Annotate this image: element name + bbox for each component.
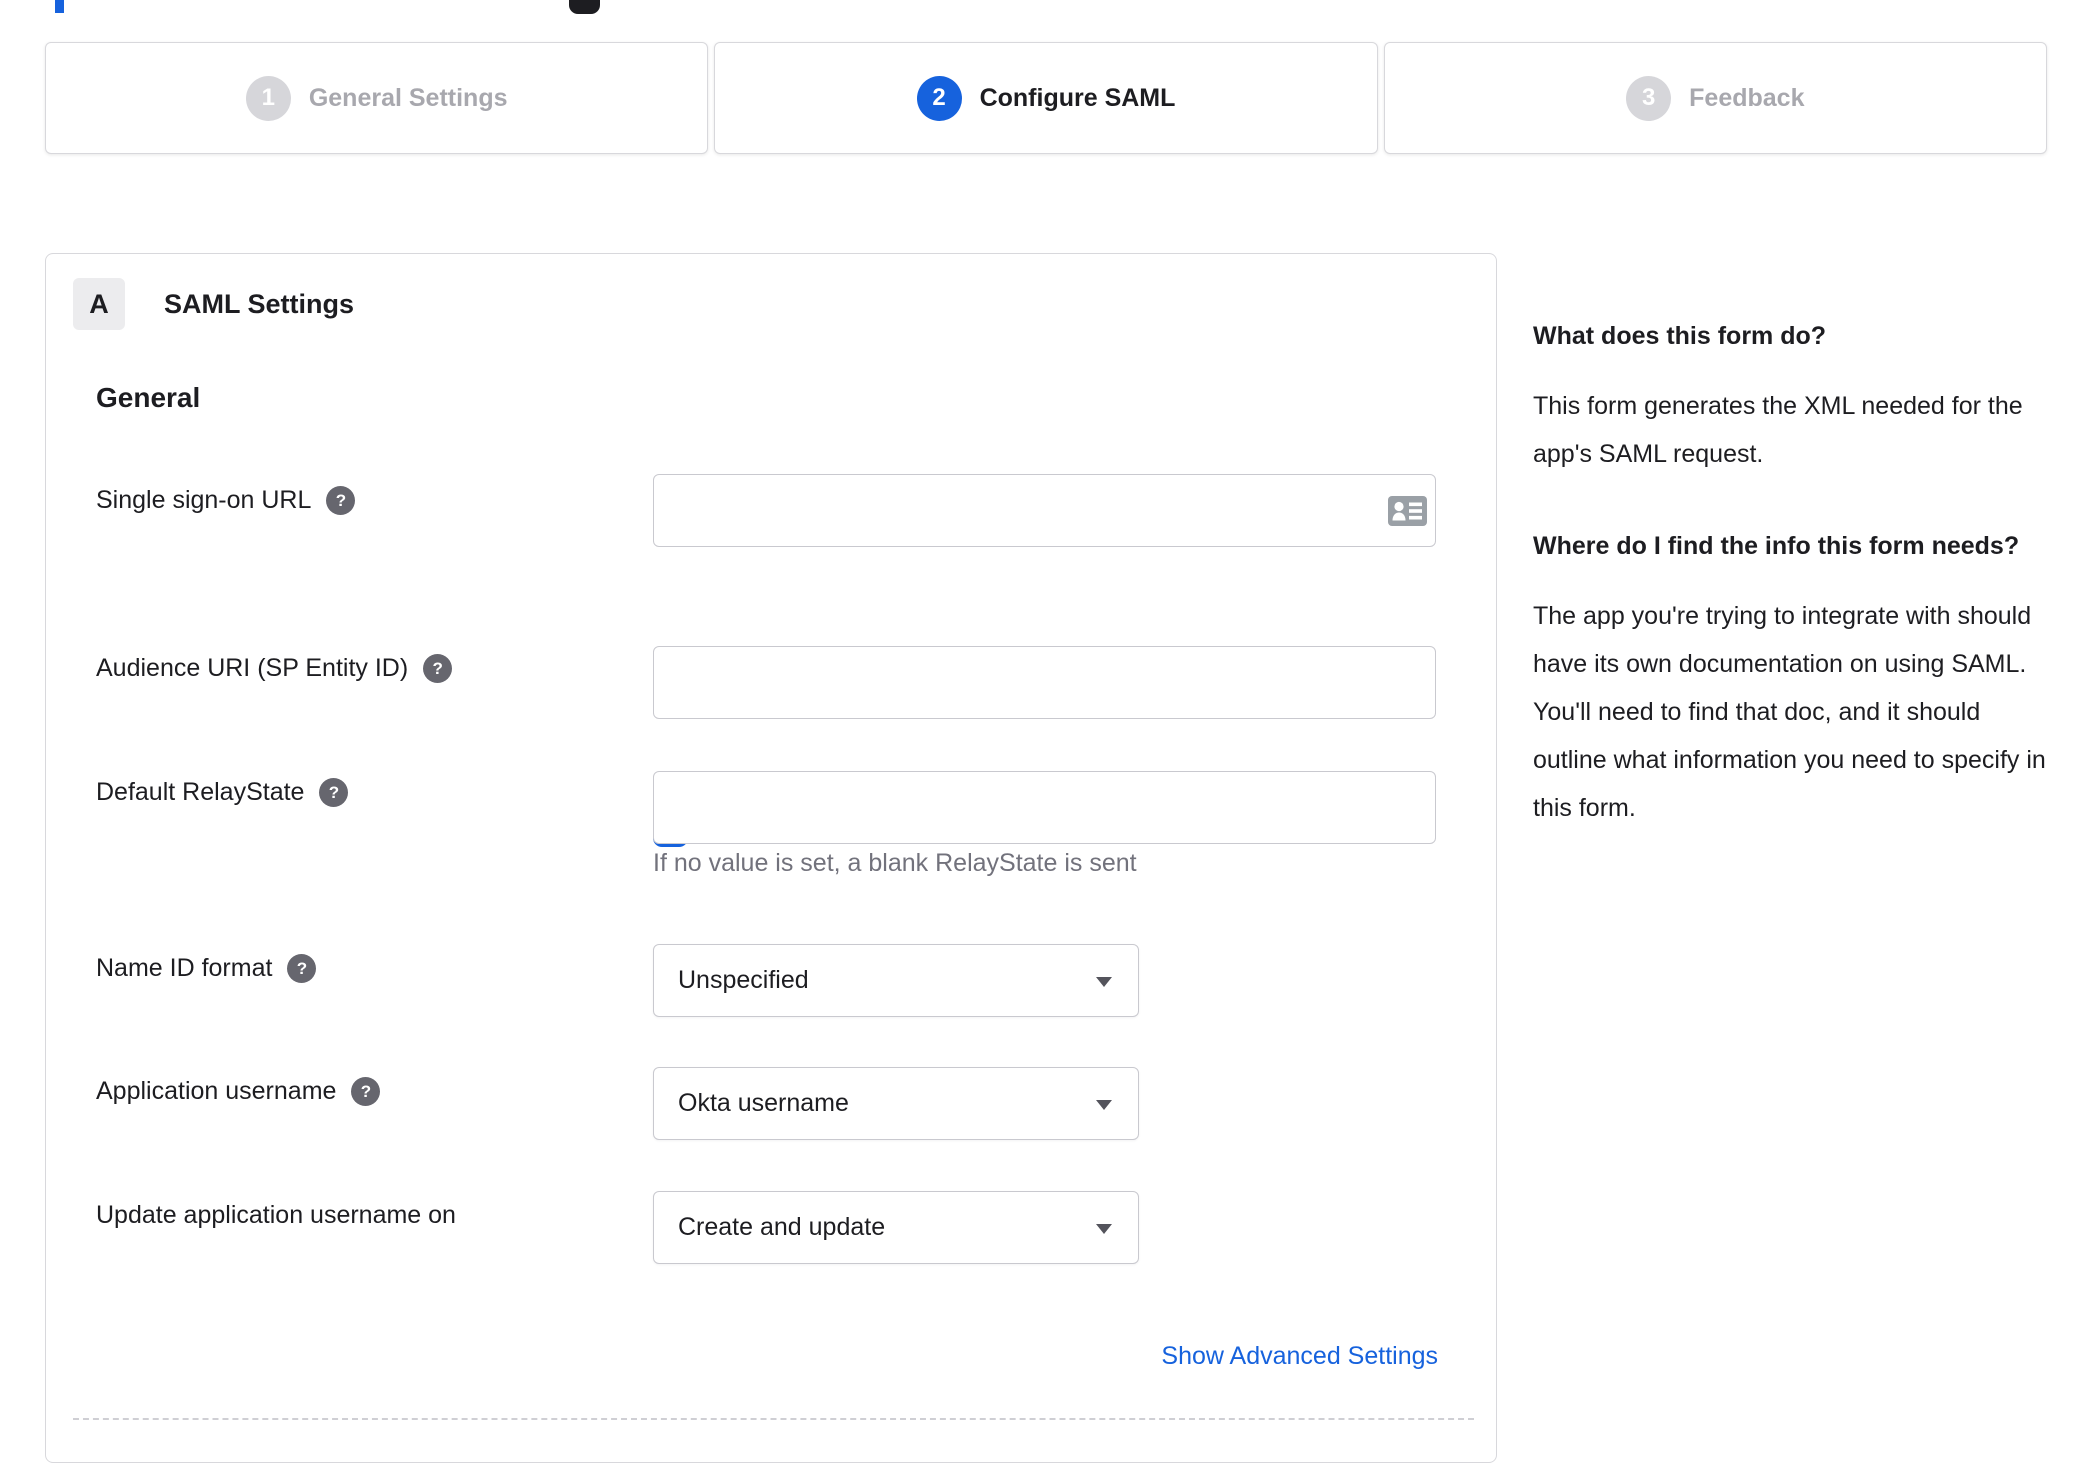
show-advanced-settings-link[interactable]: Show Advanced Settings	[1161, 1342, 1438, 1371]
chevron-down-icon	[1096, 976, 1112, 987]
section-a-badge: A	[73, 278, 125, 330]
chevron-down-icon	[1096, 1223, 1112, 1234]
chevron-down-icon	[1096, 1099, 1112, 1110]
help-heading-1: What does this form do?	[1533, 322, 1827, 350]
sso-url-input[interactable]	[653, 474, 1436, 547]
step-number-badge: 3	[1626, 75, 1672, 121]
help-icon[interactable]: ?	[319, 778, 349, 807]
header-remnant-accent	[55, 0, 64, 13]
help-icon[interactable]: ?	[351, 1077, 381, 1106]
help-heading-2: Where do I find the info this form needs…	[1533, 532, 2020, 560]
saml-settings-panel: A SAML Settings General Single sign-on U…	[45, 253, 1497, 1463]
update-username-select[interactable]: Create and update	[653, 1191, 1139, 1264]
step-configure-saml[interactable]: 2 Configure SAML	[714, 42, 1378, 154]
name-id-format-select[interactable]: Unspecified	[653, 944, 1139, 1017]
step-label: Feedback	[1689, 83, 1805, 112]
help-icon[interactable]: ?	[287, 954, 317, 983]
help-sidebar: What does this form do? This form genera…	[1533, 316, 2047, 880]
audience-uri-input[interactable]	[653, 646, 1436, 719]
step-number-badge: 1	[245, 75, 291, 121]
audience-uri-label: Audience URI (SP Entity ID) ?	[96, 654, 453, 683]
step-number-badge: 2	[916, 75, 962, 121]
app-logo-remnant-icon	[569, 0, 600, 14]
help-icon[interactable]: ?	[423, 654, 453, 683]
help-body-2: The app you're trying to integrate with …	[1533, 602, 2046, 822]
step-label: Configure SAML	[979, 83, 1176, 112]
relaystate-input[interactable]	[653, 771, 1436, 844]
name-id-format-label: Name ID format ?	[96, 954, 317, 983]
update-username-value: Create and update	[678, 1213, 886, 1241]
general-section-heading: General	[96, 382, 201, 413]
help-icon[interactable]: ?	[326, 486, 356, 515]
relaystate-label-text: Default RelayState	[96, 778, 305, 806]
relaystate-label: Default RelayState ?	[96, 778, 349, 807]
help-body-1: This form generates the XML needed for t…	[1533, 392, 2023, 468]
section-dashed-divider	[73, 1418, 1474, 1420]
sso-url-label: Single sign-on URL ?	[96, 486, 356, 515]
sso-url-label-text: Single sign-on URL	[96, 486, 312, 514]
name-id-format-value: Unspecified	[678, 966, 809, 994]
step-feedback[interactable]: 3 Feedback	[1383, 42, 2047, 154]
panel-title: SAML Settings	[164, 289, 355, 319]
application-username-value: Okta username	[678, 1089, 849, 1117]
relaystate-hint: If no value is set, a blank RelayState i…	[653, 849, 1137, 877]
name-id-format-label-text: Name ID format	[96, 954, 273, 982]
audience-uri-label-text: Audience URI (SP Entity ID)	[96, 654, 409, 682]
step-general-settings[interactable]: 1 General Settings	[45, 42, 709, 154]
update-username-label-text: Update application username on	[96, 1201, 456, 1229]
wizard-stepper: 1 General Settings 2 Configure SAML 3 Fe…	[45, 42, 2047, 154]
application-username-label-text: Application username	[96, 1077, 337, 1105]
application-username-select[interactable]: Okta username	[653, 1067, 1139, 1140]
application-username-label: Application username ?	[96, 1077, 381, 1106]
update-username-label: Update application username on	[96, 1201, 456, 1230]
step-label: General Settings	[308, 83, 508, 112]
